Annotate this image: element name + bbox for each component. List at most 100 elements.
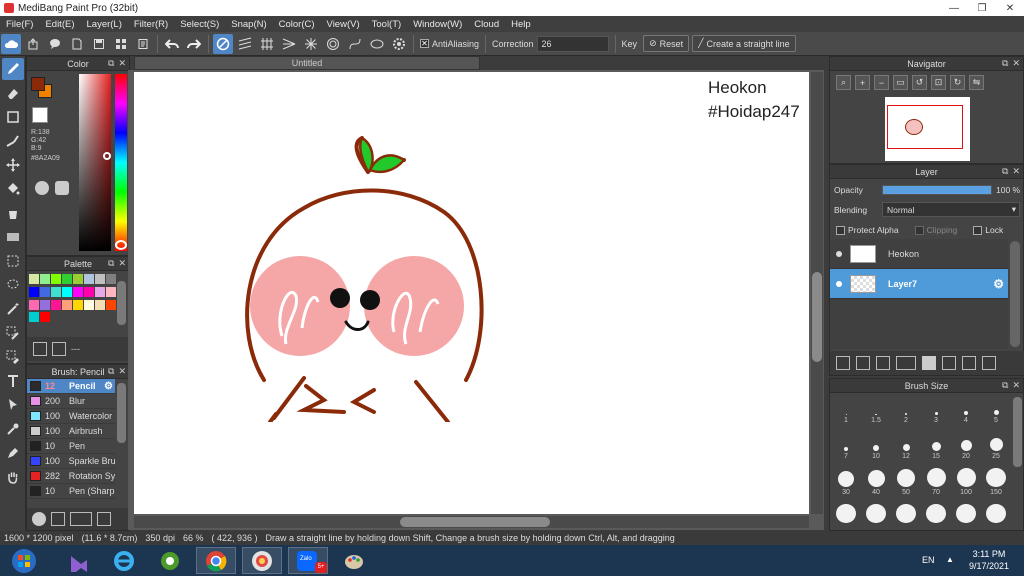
- vanish-point-icon[interactable]: [279, 34, 299, 54]
- maximize-button[interactable]: ❐: [968, 0, 996, 16]
- ellipse-snap-icon[interactable]: [367, 34, 387, 54]
- brush-size-option[interactable]: [891, 504, 921, 532]
- merge-layer-icon[interactable]: [962, 356, 976, 370]
- rotate-right-icon[interactable]: ↻: [950, 75, 965, 90]
- brush-size-option[interactable]: 5: [981, 396, 1011, 426]
- brush-size-option[interactable]: 1: [831, 396, 861, 426]
- protect-alpha-toggle[interactable]: Protect Alpha: [836, 225, 899, 235]
- menu-cloud[interactable]: Cloud: [468, 19, 505, 30]
- brush-page-icon[interactable]: [97, 512, 111, 526]
- internet-explorer-icon[interactable]: [104, 547, 144, 574]
- panel-close-icon[interactable]: ✕: [1012, 166, 1020, 177]
- brush-size-option[interactable]: 40: [861, 468, 891, 498]
- bucket-tool-icon[interactable]: [2, 202, 24, 224]
- brush-size-option[interactable]: [861, 504, 891, 532]
- visual-studio-icon[interactable]: [58, 547, 98, 574]
- brush-size-option[interactable]: 10: [861, 432, 891, 462]
- color-wheel-icon[interactable]: [35, 181, 49, 195]
- clipping-checkbox[interactable]: [914, 225, 924, 235]
- horizontal-scroll-thumb[interactable]: [400, 517, 550, 527]
- color-palette-icon[interactable]: [55, 181, 69, 195]
- lasso-tool-icon[interactable]: [2, 274, 24, 296]
- brush-size-option[interactable]: 20: [951, 432, 981, 462]
- palette-swatch[interactable]: [29, 299, 39, 310]
- flip-horizontal-icon[interactable]: ⇋: [969, 75, 984, 90]
- undock-icon[interactable]: ⧉: [1002, 58, 1008, 69]
- new-layer-icon[interactable]: [836, 356, 850, 370]
- curve-snap-icon[interactable]: [345, 34, 365, 54]
- palette-swatch[interactable]: [40, 312, 50, 323]
- circle-snap-icon[interactable]: [323, 34, 343, 54]
- eraser-tool-icon[interactable]: [2, 82, 24, 104]
- add-palette-icon[interactable]: [33, 342, 47, 356]
- undock-icon[interactable]: ⧉: [1002, 380, 1008, 391]
- blending-dropdown[interactable]: Normal ▾: [882, 202, 1020, 217]
- brush-item[interactable]: 10 Pen: [27, 439, 115, 454]
- palette-swatch[interactable]: [40, 299, 50, 310]
- operation-tool-icon[interactable]: [2, 394, 24, 416]
- palette-swatch[interactable]: [62, 286, 72, 297]
- layer-visibility-icon[interactable]: [836, 250, 842, 257]
- brush-item[interactable]: 100 Sparkle Bru: [27, 454, 115, 469]
- palette-swatch[interactable]: [73, 299, 83, 310]
- duplicate-layer-icon[interactable]: [942, 356, 956, 370]
- menu-tool[interactable]: Tool(T): [366, 19, 408, 30]
- brush-size-option[interactable]: 30: [831, 468, 861, 498]
- brush-settings-gear-icon[interactable]: ⚙: [104, 381, 113, 392]
- palette-scrollbar[interactable]: [117, 281, 126, 325]
- no-snap-icon[interactable]: [213, 33, 233, 54]
- new-file-icon[interactable]: [67, 34, 87, 54]
- undock-icon[interactable]: ⧉: [1002, 166, 1008, 177]
- brush-settings-icon[interactable]: [32, 512, 46, 526]
- reset-button[interactable]: ⊘ Reset: [643, 35, 690, 52]
- palette-swatch[interactable]: [106, 286, 116, 297]
- zoom-icon[interactable]: ⌕: [836, 75, 851, 90]
- panel-close-icon[interactable]: ✕: [118, 58, 126, 69]
- magic-wand-tool-icon[interactable]: [2, 298, 24, 320]
- brush-size-option[interactable]: 12: [891, 432, 921, 462]
- zalo-icon[interactable]: Zalo 5+: [288, 547, 328, 574]
- brush-item[interactable]: 100 Airbrush: [27, 424, 115, 439]
- lock-checkbox[interactable]: [973, 225, 983, 235]
- palette-swatch[interactable]: [51, 286, 61, 297]
- tray-arrow-icon[interactable]: ▲: [946, 555, 954, 564]
- primary-color-swatch[interactable]: [31, 77, 45, 91]
- brush-size-option[interactable]: 7: [831, 432, 861, 462]
- undo-icon[interactable]: [162, 34, 182, 54]
- line-brush-tool-icon[interactable]: [2, 130, 24, 152]
- start-button[interactable]: [4, 547, 44, 574]
- palette-swatch[interactable]: [62, 299, 72, 310]
- eyedropper-tool-icon[interactable]: [2, 418, 24, 440]
- transparent-color-swatch[interactable]: [32, 107, 48, 123]
- text-tool-icon[interactable]: [2, 370, 24, 392]
- zoom-out-icon[interactable]: −: [874, 75, 889, 90]
- vertical-scroll-thumb[interactable]: [812, 272, 822, 362]
- menu-filter[interactable]: Filter(R): [128, 19, 174, 30]
- saturation-value-picker[interactable]: [79, 74, 111, 251]
- palette-swatch[interactable]: [84, 274, 94, 284]
- palette-swatch[interactable]: [84, 286, 94, 297]
- brush-size-option[interactable]: [921, 504, 951, 532]
- delete-layer-icon[interactable]: [982, 356, 996, 370]
- horizontal-scrollbar[interactable]: [134, 516, 809, 528]
- undock-icon[interactable]: ⧉: [108, 366, 114, 377]
- layer-list-scrollbar[interactable]: [1010, 241, 1020, 347]
- protect-alpha-checkbox[interactable]: [836, 225, 845, 235]
- clipping-toggle[interactable]: Clipping: [914, 225, 957, 235]
- undock-icon[interactable]: ⧉: [108, 58, 114, 69]
- brush-size-option[interactable]: [831, 504, 861, 532]
- menu-edit[interactable]: Edit(E): [39, 19, 80, 30]
- cross-snap-icon[interactable]: [257, 34, 277, 54]
- pen-tool-icon[interactable]: [2, 442, 24, 464]
- create-straight-line-button[interactable]: ╱ Create a straight line: [692, 35, 796, 52]
- antialiasing-checkbox[interactable]: ✕: [420, 39, 429, 48]
- brush-item[interactable]: 200 Blur: [27, 394, 115, 409]
- brush-menu-icon[interactable]: [70, 512, 92, 526]
- brush-size-option[interactable]: 2: [891, 396, 921, 426]
- menu-color[interactable]: Color(C): [273, 19, 321, 30]
- undock-icon[interactable]: ⧉: [108, 258, 114, 269]
- new-8bit-layer-icon[interactable]: [876, 356, 890, 370]
- menu-view[interactable]: View(V): [321, 19, 366, 30]
- menu-window[interactable]: Window(W): [407, 19, 468, 30]
- menu-layer[interactable]: Layer(L): [81, 19, 128, 30]
